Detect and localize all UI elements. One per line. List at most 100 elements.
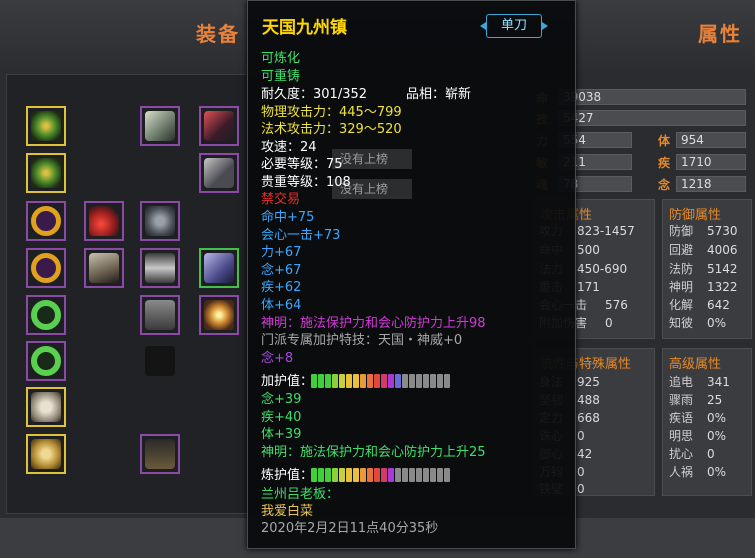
bar-segment bbox=[346, 468, 352, 482]
bar-segment bbox=[388, 468, 394, 482]
bar-segment bbox=[360, 468, 366, 482]
pet-slot[interactable] bbox=[26, 387, 66, 427]
shoulder-slot[interactable] bbox=[140, 106, 180, 146]
ring-slot-1[interactable] bbox=[26, 201, 66, 241]
attr-item: 追电 341 bbox=[669, 375, 730, 389]
bar-segment bbox=[318, 374, 324, 388]
amulet-icon bbox=[31, 111, 61, 141]
ring-icon bbox=[31, 253, 61, 283]
bar-segment bbox=[339, 468, 345, 482]
amulet-slot-1[interactable] bbox=[26, 106, 66, 146]
attr-item: 明思 0% bbox=[669, 429, 727, 443]
bless-speed-line: 疾+40 bbox=[261, 410, 302, 425]
bar-segment bbox=[381, 374, 387, 388]
equip-section-title: 装备 bbox=[196, 22, 240, 46]
charm-slot[interactable] bbox=[199, 295, 239, 335]
bless-value-label: 加护值： bbox=[261, 374, 314, 389]
bar-segment bbox=[374, 374, 380, 388]
cape-slot[interactable] bbox=[199, 248, 239, 288]
refinable-line: 可炼化 bbox=[261, 51, 301, 66]
bracer-icon bbox=[31, 346, 61, 376]
speed-bonus-line: 疾+62 bbox=[261, 280, 302, 295]
bar-segment bbox=[353, 374, 359, 388]
pants-slot[interactable] bbox=[140, 341, 180, 381]
attack-speed-line: 攻速：24 bbox=[261, 140, 317, 155]
amulet-slot-2[interactable] bbox=[26, 153, 66, 193]
recastable-line: 可重铸 bbox=[261, 69, 301, 84]
bracer-slot[interactable] bbox=[199, 153, 239, 193]
refine-value-bar bbox=[311, 468, 450, 482]
attr-item: 疾语 0% bbox=[669, 411, 727, 425]
bar-segment bbox=[395, 468, 401, 482]
bar-segment bbox=[360, 374, 366, 388]
belt-slot[interactable] bbox=[140, 248, 180, 288]
bar-segment bbox=[367, 374, 373, 388]
bless-divine-line: 神明：施法保护力和会心防护力上升25 bbox=[261, 445, 486, 460]
stat-label: 体 bbox=[658, 134, 671, 148]
bar-segment bbox=[325, 468, 331, 482]
stat-value: 5427 bbox=[558, 110, 746, 126]
pet-icon bbox=[31, 392, 61, 422]
physical-attack-line: 物理攻击力：445～799 bbox=[261, 105, 402, 120]
refine-value-label: 炼护值： bbox=[261, 468, 314, 483]
bar-segment bbox=[332, 374, 338, 388]
bar-segment bbox=[423, 468, 429, 482]
attr-item: 法防 5142 bbox=[669, 262, 738, 276]
quality-line: 品相：崭新 bbox=[406, 87, 472, 102]
medal-slot[interactable] bbox=[26, 434, 66, 474]
required-level-line: 必要等级：75 bbox=[261, 157, 343, 172]
rank-ghost-button: 没有上榜 bbox=[332, 149, 412, 169]
bar-segment bbox=[416, 374, 422, 388]
mind-bonus-line-2: 念+8 bbox=[261, 351, 294, 366]
bar-segment bbox=[437, 374, 443, 388]
ring-icon bbox=[31, 206, 61, 236]
bar-segment bbox=[423, 374, 429, 388]
gloves-icon bbox=[89, 253, 119, 283]
bar-segment bbox=[395, 374, 401, 388]
bracelet-slot-2[interactable] bbox=[26, 341, 66, 381]
attr-item: 知彼 0% bbox=[669, 316, 727, 330]
divine-effect-line: 神明：施法保护力和会心防护力上升98 bbox=[261, 316, 486, 331]
gloves-slot[interactable] bbox=[84, 248, 124, 288]
medal-icon bbox=[31, 439, 61, 469]
bar-segment bbox=[409, 468, 415, 482]
attr-item: 神明 1322 bbox=[669, 280, 738, 294]
bar-segment bbox=[416, 468, 422, 482]
helmet-slot[interactable] bbox=[140, 201, 180, 241]
con-bonus-line: 体+64 bbox=[261, 298, 302, 313]
stat-label: 疾 bbox=[658, 156, 671, 170]
item-tooltip: 天国九州镇 单刀 没有上榜 没有上榜 可炼化 可重铸 耐久度：301/352 品… bbox=[247, 0, 576, 549]
bar-segment bbox=[430, 374, 436, 388]
durability-line: 耐久度：301/352 bbox=[261, 87, 368, 102]
group-title: 高级属性 bbox=[669, 357, 722, 372]
item-name: 天国九州镇 bbox=[262, 18, 347, 38]
attr-item: 扰心 0 bbox=[669, 447, 715, 461]
bless-mind-line: 念+39 bbox=[261, 392, 302, 407]
mind-bonus-line: 念+67 bbox=[261, 263, 302, 278]
attr-item: 骤雨 25 bbox=[669, 393, 723, 407]
bar-segment bbox=[444, 468, 450, 482]
stat-value: 39038 bbox=[558, 89, 746, 105]
bar-segment bbox=[381, 468, 387, 482]
stat-value: 954 bbox=[676, 132, 746, 148]
ring-slot-2[interactable] bbox=[26, 248, 66, 288]
boots-icon bbox=[145, 439, 175, 469]
crit-bonus-line: 会心一击+73 bbox=[261, 228, 341, 243]
stat-label: 念 bbox=[658, 178, 671, 192]
attr-item: 化解 642 bbox=[669, 298, 730, 312]
weapon-type-badge: 单刀 bbox=[480, 14, 548, 38]
bar-segment bbox=[311, 468, 317, 482]
weapon-slot[interactable] bbox=[199, 106, 239, 146]
attr-item: 回避 4006 bbox=[669, 243, 738, 257]
hit-bonus-line: 命中+75 bbox=[261, 210, 315, 225]
wing-slot[interactable] bbox=[84, 201, 124, 241]
bar-segment bbox=[332, 468, 338, 482]
bar-segment bbox=[409, 374, 415, 388]
boots-slot[interactable] bbox=[140, 434, 180, 474]
bar-segment bbox=[444, 374, 450, 388]
bar-segment bbox=[346, 374, 352, 388]
bar-segment bbox=[374, 468, 380, 482]
bracelet-slot-1[interactable] bbox=[26, 295, 66, 335]
body-armor-slot[interactable] bbox=[140, 295, 180, 335]
bar-segment bbox=[339, 374, 345, 388]
